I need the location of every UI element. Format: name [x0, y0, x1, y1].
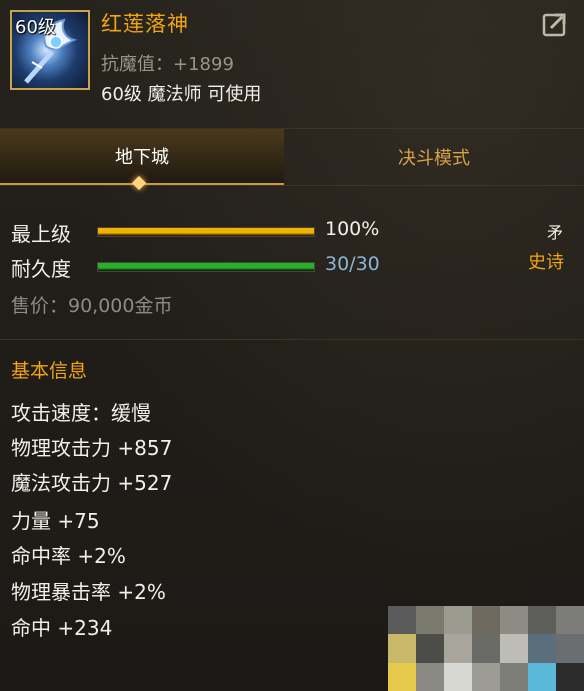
tab-label: 决斗模式 — [398, 148, 470, 169]
durability-bar-row: 耐久度 30/30 — [11, 253, 411, 281]
weapon-type: 矛 — [547, 223, 564, 242]
item-level-badge: 60级 — [15, 17, 56, 38]
durability-bar — [97, 262, 315, 272]
sell-price: 售价：90,000金币 — [11, 295, 173, 317]
magic-resist-stat: 抗魔值：+1899 — [101, 54, 234, 75]
grade-label: 最上级 — [11, 222, 71, 246]
grade-bar-fill — [98, 228, 314, 236]
attribute-line: 魔法攻击力 +527 — [11, 471, 173, 495]
attribute-line: 物理暴击率 +2% — [11, 580, 166, 604]
grade-value: 100% — [325, 218, 380, 240]
tab-dungeon[interactable]: 地下城 — [0, 129, 284, 185]
mode-tabs: 地下城 决斗模式 — [0, 128, 584, 186]
attribute-line: 攻击速度：缓慢 — [11, 401, 151, 425]
durability-label: 耐久度 — [11, 257, 71, 281]
pixelated-corner-overlay — [388, 606, 584, 691]
share-icon — [542, 13, 566, 37]
item-tooltip: 60级 红莲落神 抗魔值：+1899 60级 魔法师 可使用 地下城 决斗模式 … — [0, 0, 584, 691]
usage-requirement: 60级 魔法师 可使用 — [101, 84, 262, 105]
tab-duel-mode[interactable]: 决斗模式 — [284, 129, 584, 185]
section-title-basic-info: 基本信息 — [11, 360, 88, 382]
tab-label: 地下城 — [115, 147, 169, 168]
durability-value: 30/30 — [325, 253, 380, 275]
attribute-line: 力量 +75 — [11, 509, 100, 533]
rarity-label: 史诗 — [528, 252, 564, 273]
share-button[interactable] — [542, 11, 568, 37]
attribute-line: 物理攻击力 +857 — [11, 436, 173, 460]
durability-bar-fill — [98, 263, 314, 271]
item-name: 红莲落神 — [101, 12, 189, 36]
attribute-line: 命中 +234 — [11, 616, 113, 640]
grade-bar-row: 最上级 100% — [11, 218, 411, 246]
staff-icon: 60级 — [10, 10, 90, 90]
divider — [0, 339, 584, 340]
attribute-line: 命中率 +2% — [11, 544, 126, 568]
grade-bar — [97, 227, 315, 237]
